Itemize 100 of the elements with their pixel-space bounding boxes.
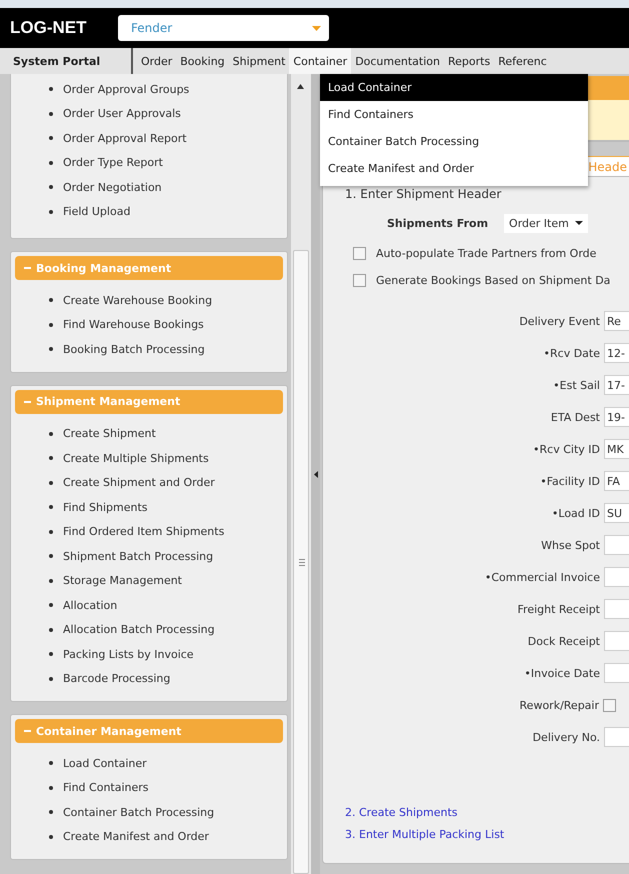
field-label: •Commercial Invoice: [484, 570, 600, 584]
caret-icon: [574, 221, 583, 225]
scroll-thumb[interactable]: [293, 250, 309, 874]
input-field[interactable]: [604, 663, 629, 683]
field-label: •Facility ID: [540, 474, 600, 488]
sidebar-link[interactable]: Create Shipment and Order: [63, 476, 215, 490]
input-field[interactable]: FA: [604, 471, 629, 491]
input-field[interactable]: 19-: [604, 407, 629, 427]
bullet-icon: [49, 761, 53, 766]
sidebar-link[interactable]: Order User Approvals: [63, 107, 181, 120]
field-label: Whse Spot: [541, 538, 600, 552]
sidebar-link[interactable]: Allocation: [63, 598, 118, 612]
field-label: ETA Dest: [550, 410, 600, 424]
bullet-icon: [49, 652, 53, 656]
bullet-icon: [49, 578, 53, 583]
sidebar-link[interactable]: Packing Lists by Invoice: [63, 648, 194, 661]
bullet-icon: [49, 456, 53, 460]
input-field[interactable]: 12-: [604, 343, 629, 363]
bullet-icon: [49, 603, 53, 608]
sidebar-link[interactable]: Create Shipment: [63, 427, 156, 440]
field-label: •Rcv City ID: [533, 442, 600, 456]
input-field[interactable]: MK: [604, 439, 629, 459]
shipments-from-select[interactable]: Order Item: [504, 214, 588, 232]
field-label: •Rcv Date: [544, 346, 600, 360]
checkbox-label: Generate Bookings Based on Shipment Da: [376, 274, 610, 287]
checkbox[interactable]: [603, 698, 616, 712]
bullet-icon: [49, 322, 53, 327]
field-label: Freight Receipt: [518, 602, 600, 616]
bullet-icon: [49, 530, 53, 534]
sidebar-link[interactable]: Shipment Batch Processing: [63, 550, 214, 563]
field-label: Rework/Repair: [520, 698, 599, 712]
field-label: •Load ID: [552, 506, 600, 520]
bullet-icon: [49, 628, 53, 632]
sidebar-link[interactable]: Create Multiple Shipments: [63, 452, 209, 465]
field-label: Delivery Event: [519, 314, 600, 328]
sidebar-link[interactable]: Booking Batch Processing: [63, 342, 205, 356]
logo-text: LOG-NET: [10, 18, 88, 38]
bullet-icon: [49, 136, 53, 140]
bullet-icon: [49, 298, 53, 302]
input-field[interactable]: [604, 599, 629, 619]
input-field[interactable]: Re: [604, 311, 629, 331]
bullet-icon: [49, 554, 53, 558]
caret-icon: [312, 26, 321, 30]
step-link[interactable]: 3. Enter Multiple Packing List: [345, 823, 629, 845]
input-field[interactable]: SU: [604, 503, 629, 523]
sidebar-link[interactable]: Order Type Report: [63, 156, 163, 170]
input-field[interactable]: [604, 535, 629, 555]
bullet-icon: [49, 786, 53, 790]
checkbox-label: Auto-populate Trade Partners from Orde: [376, 247, 596, 260]
sidebar-link[interactable]: Storage Management: [63, 574, 182, 588]
field-label: •Est Sail: [553, 378, 600, 392]
menu-item[interactable]: Reports: [444, 48, 494, 74]
sidebar-link[interactable]: Order Negotiation: [63, 180, 162, 194]
checkbox[interactable]: [353, 274, 366, 287]
bullet-icon: [49, 210, 53, 214]
sidebar-link[interactable]: Load Container: [63, 756, 147, 770]
input-field[interactable]: 17-: [604, 375, 629, 395]
bullet-icon: [49, 480, 53, 485]
sidebar-link[interactable]: Container Batch Processing: [63, 806, 214, 819]
dropdown-item[interactable]: Container Batch Processing: [320, 128, 588, 155]
menu-item[interactable]: Documentation: [351, 48, 444, 74]
bullet-icon: [49, 834, 53, 839]
menu-item[interactable]: Referenc: [494, 48, 551, 74]
checkbox[interactable]: [353, 247, 366, 260]
bullet-icon: [49, 112, 53, 116]
collapse-icon: [314, 470, 318, 478]
sidebar-link[interactable]: Create Warehouse Booking: [63, 294, 212, 307]
field-label: Dock Receipt: [528, 634, 600, 648]
menu-item[interactable]: Booking: [176, 48, 229, 74]
sidebar-link[interactable]: Barcode Processing: [63, 672, 170, 686]
menu-item[interactable]: Shipment: [228, 48, 290, 74]
sidebar-link[interactable]: Find Ordered Item Shipments: [63, 525, 224, 538]
sidebar-link[interactable]: Create Manifest and Order: [63, 830, 209, 844]
step-link[interactable]: 2. Create Shipments: [345, 801, 629, 823]
bullet-icon: [49, 185, 53, 190]
bullet-icon: [49, 87, 53, 92]
sidebar-link[interactable]: Find Containers: [63, 781, 149, 794]
menu-item[interactable]: Order: [133, 48, 176, 74]
sidebar-link[interactable]: Allocation Batch Processing: [63, 623, 215, 636]
menu-item[interactable]: Container: [289, 48, 352, 74]
input-field[interactable]: [604, 567, 629, 587]
field-label: •Invoice Date: [524, 666, 600, 680]
dropdown-item[interactable]: Find Containers: [320, 101, 588, 128]
collapse-handle[interactable]: [311, 74, 320, 874]
sidebar-link[interactable]: Order Approval Groups: [63, 82, 190, 96]
bullet-icon: [49, 160, 53, 165]
input-field[interactable]: [604, 727, 629, 747]
input-field[interactable]: [604, 631, 629, 651]
company-select[interactable]: Fender: [118, 15, 329, 41]
bullet-icon: [49, 505, 53, 510]
step-title: 1. Enter Shipment Header: [345, 187, 502, 201]
sidebar-link[interactable]: Field Upload: [63, 205, 130, 218]
sidebar-link[interactable]: Find Shipments: [63, 500, 148, 514]
bullet-icon: [49, 432, 53, 436]
sidebar-link[interactable]: Find Warehouse Bookings: [63, 318, 204, 332]
scroll-up-icon[interactable]: [297, 84, 304, 89]
scrollbar[interactable]: [291, 74, 311, 874]
dropdown-item[interactable]: Load Container: [320, 74, 588, 101]
field-label: Shipments From: [387, 216, 488, 230]
sidebar-link[interactable]: Order Approval Report: [63, 132, 187, 145]
